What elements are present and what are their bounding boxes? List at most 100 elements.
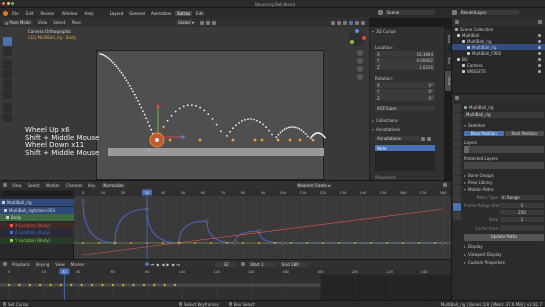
zoom-icon[interactable] [357,50,363,56]
visibility-icon[interactable] [538,51,541,55]
orientation-dropdown[interactable]: Global ▾ [175,20,196,25]
workspace-tab-general[interactable]: General [127,11,147,16]
layer-cell[interactable] [519,162,524,169]
blender-logo-icon[interactable] [3,10,8,16]
pose-position-button[interactable]: Pose Position [464,131,504,136]
path-keyframe[interactable] [260,138,264,142]
maximize-window-icon[interactable] [11,2,14,5]
armature-name-field[interactable]: MultiBall_rig [464,112,544,118]
graph-keyframe[interactable] [258,242,260,244]
layer-cell[interactable] [509,146,514,153]
scene-name[interactable]: Scene [385,9,435,15]
channel-row[interactable]: X Location (Body) [0,221,74,229]
graph-area[interactable]: 0 10 20 32 40 50 60 70 80 90 100 110 120 130 140 150 160… [74,189,451,259]
viewport-menu-view[interactable]: View [38,20,48,25]
graph-keyframe[interactable] [114,242,116,244]
menu-edit[interactable]: Edit [26,11,34,16]
visibility-icon[interactable] [538,39,541,43]
wireframe-shading-icon[interactable] [343,20,347,25]
layer-cell[interactable] [509,162,514,169]
graph-keyframe[interactable] [98,242,100,244]
graph-keyframe[interactable] [418,242,420,244]
properties-tab-bone-icon[interactable] [453,212,461,220]
rest-position-button[interactable]: Rest Position [504,131,544,136]
graph-keyframe[interactable] [81,199,85,203]
workspace-tab-layout[interactable]: Layout [108,11,126,16]
properties-tab-armature-data-icon[interactable] [453,203,461,211]
graph-keyframe[interactable] [354,242,356,244]
section-pose-library[interactable]: ▸ Pose Library [464,180,544,185]
properties-tab-modifier-icon[interactable] [453,167,461,175]
skeleton-section[interactable]: ▾ Skeleton [464,123,544,128]
graph-menu-channel[interactable]: Channel [66,183,82,188]
graph-keyframe[interactable] [370,242,372,244]
view-layer-name[interactable]: RenderLayer [459,9,519,15]
channel-row[interactable]: Body [0,214,74,221]
remove-layer-icon[interactable] [427,136,431,141]
graph-keyframe[interactable] [82,242,84,244]
properties-tab-physics-icon[interactable] [453,185,461,193]
menu-render[interactable]: Render [40,11,54,16]
protected-layers-grid[interactable] [464,162,544,169]
prev-key-icon[interactable]: ◆ [156,262,159,267]
graph-editor-icon[interactable] [3,183,7,187]
viewport-menu-pose[interactable]: Pose [72,20,81,25]
graph-keyframe[interactable] [306,242,308,244]
channel-row[interactable]: MultiBall_rig [0,199,74,206]
graph-keyframe[interactable] [242,242,244,244]
mode-dropdown[interactable]: Pose Mode [3,20,33,25]
section-bone-groups[interactable]: ▸ Bone Groups [464,173,544,178]
outliner-item[interactable]: WIDGETS [452,68,545,74]
menu-window[interactable]: Window [62,11,78,16]
path-keyframe[interactable] [276,138,280,142]
graph-keyframe[interactable] [434,242,436,244]
properties-editor-icon[interactable] [455,96,459,100]
properties-tab-world-icon[interactable] [453,149,461,157]
graph-keyframe[interactable] [274,242,276,244]
material-shading-icon[interactable] [355,20,359,25]
filter-icon[interactable] [443,183,447,187]
graph-keyframe[interactable] [226,242,228,244]
filter-icon[interactable] [538,20,542,24]
visibility-icon[interactable] [538,63,541,67]
layer-cell[interactable] [489,162,494,169]
menu-help[interactable]: Help [84,11,93,16]
path-keyframe[interactable] [298,138,302,142]
workspace-tab-edit[interactable]: Edit [194,11,206,16]
graph-keyframe[interactable] [441,241,445,245]
graph-menu-marker[interactable]: Marker [46,183,60,188]
loc-x-field[interactable]: X 16.3894 [375,51,435,57]
layer-cell[interactable] [479,162,484,169]
timeline-menu-view[interactable]: View [55,262,65,267]
add-layer-icon[interactable] [421,136,425,141]
properties-tab-particles-icon[interactable] [453,176,461,184]
channel-search[interactable] [2,191,72,196]
next-key-icon[interactable]: ◆ [171,262,174,267]
proportional-icon[interactable] [211,20,216,25]
scene-selector[interactable]: Scene [378,9,435,15]
layer-cell[interactable] [524,146,529,153]
layer-cell[interactable] [524,162,529,169]
graph-keyframe[interactable] [281,241,285,245]
update-paths-button[interactable]: Update Paths [464,234,544,241]
layer-cell[interactable] [484,162,489,169]
layer-cell[interactable] [539,146,544,153]
pivot-icon[interactable] [199,20,204,25]
path-keyframe[interactable] [253,138,257,142]
collections-section[interactable]: ▸ Collections [372,118,442,123]
perspective-icon[interactable] [357,74,363,80]
path-keyframe[interactable] [311,138,315,142]
close-window-icon[interactable] [2,2,5,5]
graph-keyframe[interactable] [162,242,164,244]
custom-properties-section[interactable]: ▸ Custom Properties [464,260,544,265]
graph-keyframe[interactable] [205,219,209,223]
visibility-icon[interactable] [538,33,541,37]
menu-file[interactable]: File [12,11,19,16]
display-section[interactable]: ▸ Display [464,244,544,249]
graph-keyframe[interactable] [338,242,340,244]
jump-start-icon[interactable]: ⏮ [151,262,155,267]
visibility-icon[interactable] [538,69,541,73]
layer-cell[interactable] [469,162,474,169]
graph-keyframe[interactable] [257,229,261,233]
solid-shading-icon[interactable] [349,20,353,25]
